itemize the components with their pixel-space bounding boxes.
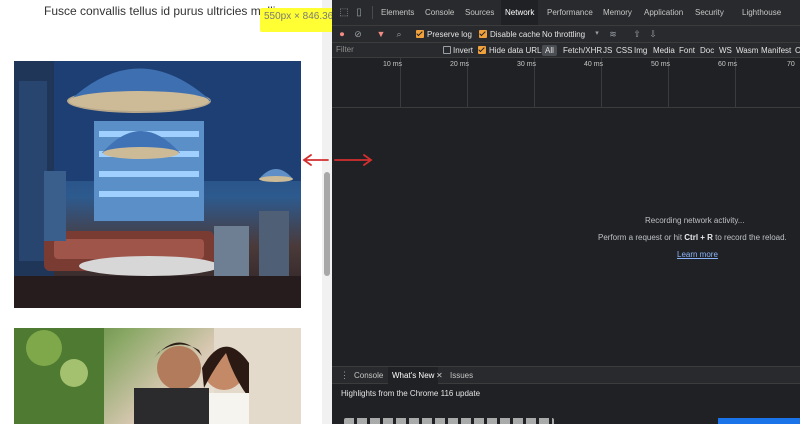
filter-type-media[interactable]: Media bbox=[652, 45, 676, 56]
drawer-tab-whats-new[interactable]: What's New bbox=[388, 367, 439, 384]
hide-data-urls-label: Hide data URLs bbox=[489, 46, 546, 55]
network-empty-state: Recording network activity... Perform a … bbox=[332, 108, 800, 366]
restaurant-photo bbox=[14, 61, 301, 308]
filter-type-all[interactable]: All bbox=[542, 45, 557, 56]
timeline-tick-label: 10 ms bbox=[383, 61, 403, 68]
tab-security[interactable]: Security bbox=[695, 0, 724, 25]
left-arrow-annotation bbox=[302, 154, 329, 166]
filter-input[interactable]: Filter bbox=[336, 45, 354, 54]
drawer-tab-issues[interactable]: Issues bbox=[450, 367, 473, 384]
network-timeline-overview[interactable]: 10 ms 20 ms 30 ms 40 ms 50 ms 60 ms 70 bbox=[332, 58, 800, 108]
tab-console[interactable]: Console bbox=[425, 0, 454, 25]
tab-memory[interactable]: Memory bbox=[603, 0, 632, 25]
filter-type-css[interactable]: CSS bbox=[615, 45, 633, 56]
filter-type-font[interactable]: Font bbox=[678, 45, 696, 56]
right-arrow-annotation bbox=[334, 154, 373, 166]
devtools-tabbar: ⬚ ▯ Elements Console Sources Network Per… bbox=[332, 0, 800, 26]
filter-type-wasm[interactable]: Wasm bbox=[735, 45, 759, 56]
tab-elements[interactable]: Elements bbox=[381, 0, 414, 25]
timeline-tick-label: 20 ms bbox=[450, 61, 470, 68]
filter-bar: Filter Invert Hide data URLs All Fetch/X… bbox=[332, 43, 800, 58]
timeline-tick-label: 70 bbox=[787, 61, 795, 68]
export-har-icon[interactable]: ⇩ bbox=[648, 29, 658, 39]
inspect-element-icon[interactable]: ⬚ bbox=[338, 7, 350, 19]
tab-performance[interactable]: Performance bbox=[547, 0, 593, 25]
tab-lighthouse[interactable]: Lighthouse bbox=[742, 0, 781, 25]
reload-hint-pre: Perform a request or hit bbox=[598, 233, 685, 242]
drawer-menu-icon[interactable]: ⋮ bbox=[340, 367, 349, 384]
devtools-panel: ⬚ ▯ Elements Console Sources Network Per… bbox=[332, 0, 800, 424]
filter-type-js[interactable]: JS bbox=[602, 45, 613, 56]
page-viewport: Fusce convallis tellus id purus ultricie… bbox=[0, 0, 332, 424]
close-icon[interactable]: ✕ bbox=[436, 367, 443, 384]
reload-shortcut: Ctrl + R bbox=[684, 233, 713, 242]
filter-type-other[interactable]: C bbox=[794, 45, 800, 56]
filter-type-img[interactable]: Img bbox=[633, 45, 648, 56]
network-toolbar: ⏺ ⊘ ▼ ⌕ Preserve log Disable cache No th… bbox=[332, 26, 800, 43]
tab-sources[interactable]: Sources bbox=[465, 0, 494, 25]
reload-hint-post: to record the reload. bbox=[712, 233, 787, 242]
page-scroll-thumb[interactable] bbox=[324, 172, 330, 276]
tabbar-divider bbox=[372, 6, 373, 19]
drawer-tab-console[interactable]: Console bbox=[354, 367, 383, 384]
cut-off-button[interactable] bbox=[718, 418, 800, 424]
hide-data-urls-checkbox[interactable] bbox=[478, 46, 486, 54]
filter-type-fetch[interactable]: Fetch/XHR bbox=[562, 45, 603, 56]
reload-hint: Perform a request or hit Ctrl + R to rec… bbox=[598, 233, 787, 242]
tab-network[interactable]: Network bbox=[501, 0, 539, 25]
record-icon[interactable]: ⏺ bbox=[337, 29, 347, 39]
tab-application[interactable]: Application bbox=[644, 0, 683, 25]
whats-new-highlights: Highlights from the Chrome 116 update bbox=[341, 389, 481, 398]
disable-cache-label: Disable cache bbox=[490, 30, 541, 39]
import-har-icon[interactable]: ⇧ bbox=[632, 29, 642, 39]
page-paragraph: Fusce convallis tellus id purus ultricie… bbox=[44, 4, 285, 18]
invert-checkbox[interactable] bbox=[443, 46, 451, 54]
drawer-content: Highlights from the Chrome 116 update bbox=[332, 384, 800, 424]
timeline-tick-label: 60 ms bbox=[718, 61, 738, 68]
disable-cache-checkbox[interactable] bbox=[479, 30, 487, 38]
couple-photo bbox=[14, 328, 301, 424]
search-icon[interactable]: ⌕ bbox=[394, 29, 404, 39]
clear-icon[interactable]: ⊘ bbox=[353, 29, 363, 39]
timeline-tick-label: 40 ms bbox=[584, 61, 604, 68]
device-toolbar-icon[interactable]: ▯ bbox=[353, 7, 365, 19]
drawer-tabbar: ⋮ Console What's New ✕ Issues bbox=[332, 366, 800, 384]
timeline-tick-label: 30 ms bbox=[517, 61, 537, 68]
filter-type-doc[interactable]: Doc bbox=[699, 45, 715, 56]
throttling-select[interactable]: No throttling bbox=[542, 29, 585, 40]
invert-label: Invert bbox=[453, 46, 474, 55]
chevron-down-icon[interactable]: ▾ bbox=[592, 29, 602, 39]
timeline-tick-label: 50 ms bbox=[651, 61, 671, 68]
preserve-log-checkbox[interactable] bbox=[416, 30, 424, 38]
filter-type-ws[interactable]: WS bbox=[718, 45, 733, 56]
recording-message: Recording network activity... bbox=[645, 216, 745, 225]
filter-type-manifest[interactable]: Manifest bbox=[760, 45, 792, 56]
network-conditions-icon[interactable]: ≋ bbox=[608, 29, 618, 39]
filter-icon[interactable]: ▼ bbox=[376, 29, 386, 39]
cut-off-heading bbox=[344, 418, 554, 424]
preserve-log-label: Preserve log bbox=[427, 30, 472, 39]
learn-more-link[interactable]: Learn more bbox=[677, 250, 718, 259]
